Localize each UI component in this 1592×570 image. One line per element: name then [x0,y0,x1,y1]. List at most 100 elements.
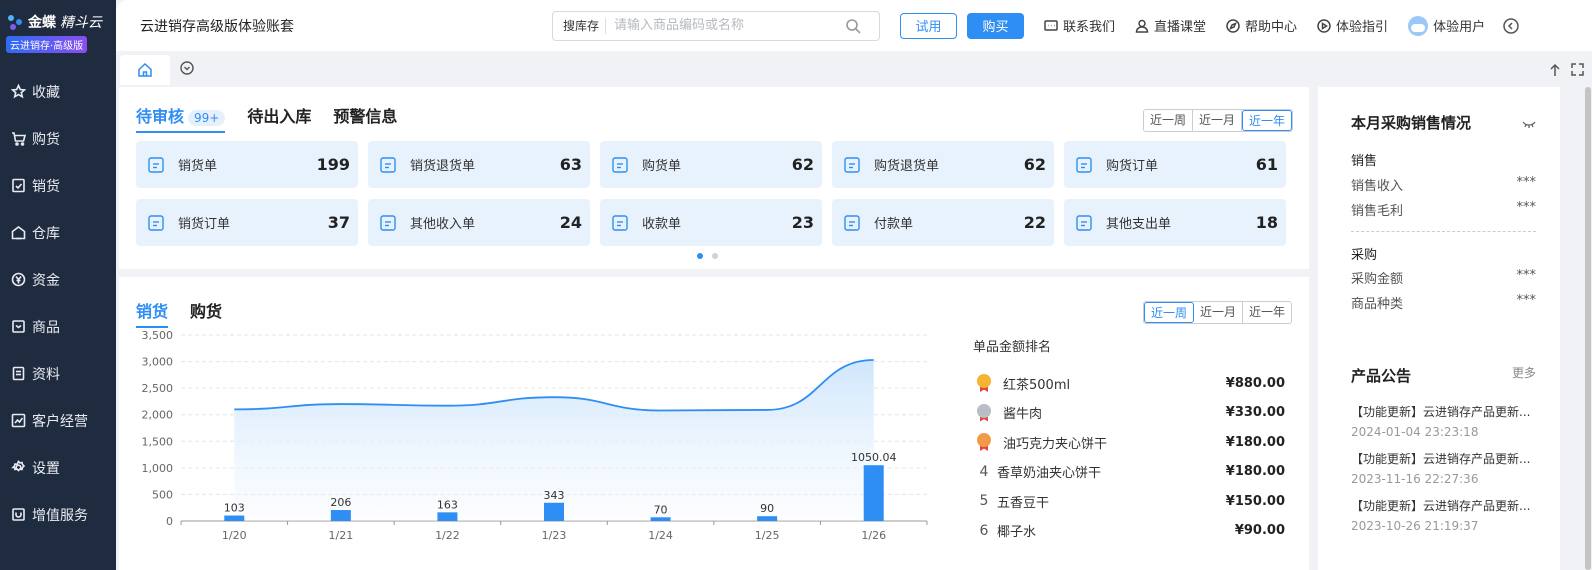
rank-product-name: 红茶500ml [1003,377,1071,393]
user-icon [1135,19,1149,33]
scrollbar[interactable] [1584,87,1592,570]
chevron-down-circle-icon[interactable] [180,61,194,75]
header-link-help[interactable]: 帮助中心 [1226,16,1297,35]
notice-item[interactable]: 【功能更新】云进销存产品更新... 2024-01-04 23:23:18 [1351,403,1541,439]
bronze-medal-icon [977,433,991,451]
scrollbar-thumb[interactable] [1585,87,1591,570]
brand-name: 金蝶 [28,15,56,31]
tab-home[interactable] [120,55,170,85]
rank-product-name: 油巧克力夹心饼干 [1003,436,1108,452]
sidebar-item-label: 销货 [32,178,60,195]
bar [544,502,564,521]
rank-product-name: 香草奶油夹心饼干 [997,466,1102,481]
tab-pending-review[interactable]: 待审核 99+ [136,103,226,133]
ranking-row: 6 椰子水 ¥90.00 [971,520,1285,542]
x-tick-label: 1/20 [222,529,247,542]
range-month[interactable]: 近一月 [1193,110,1243,131]
avatar [1408,15,1429,36]
search-input[interactable] [606,18,845,33]
document-icon [12,366,25,381]
trial-button[interactable]: 试用 [900,12,957,39]
sidebar-item-1[interactable]: 购货 [0,115,116,162]
sidebar-item-5[interactable]: 商品 [0,303,116,350]
header-link-label: 联系我们 [1063,20,1116,35]
compass-icon [1226,18,1240,33]
range-month[interactable]: 近一月 [1194,302,1244,323]
pending-card[interactable]: 购货订单 61 [1064,141,1286,188]
brand-logo: 金蝶 精斗云 云进销存·高级版 [0,0,116,68]
ranking-row: 5 五香豆干 ¥150.00 [971,490,1285,512]
sidebar-item-2[interactable]: 销货 [0,162,116,209]
pending-card[interactable]: 收款单 23 [600,199,822,246]
sidebar-item-0[interactable]: 收藏 [0,68,116,115]
ranking-row: 酱牛肉 ¥330.00 [971,402,1285,424]
notice-item[interactable]: 【功能更新】云进销存产品更新... 2023-10-26 21:19:37 [1351,497,1541,533]
card-label: 付款单 [874,217,914,232]
y-tick-label: 500 [152,488,173,501]
bar [863,465,884,521]
arrow-up-icon[interactable] [1548,63,1562,77]
pending-card[interactable]: 销货订单 37 [136,199,358,246]
header-link-label: 体验指引 [1336,20,1389,35]
card-label: 销货退货单 [410,159,476,174]
y-tick-label: 0 [166,515,173,528]
sidebar-item-8[interactable]: 设置 [0,444,116,491]
clipboard-icon [1076,156,1092,173]
bar [757,516,778,521]
pending-card[interactable]: 购货单 62 [600,141,822,188]
bar-data-label: 343 [544,489,565,502]
sidebar-item-4[interactable]: 资金 [0,256,116,303]
carousel-dot[interactable] [712,253,718,259]
y-tick-label: 2,000 [142,409,174,422]
pending-card[interactable]: 销货退货单 63 [368,141,590,188]
x-tick-label: 1/21 [329,529,354,542]
return-icon [380,156,396,173]
header-link-contact[interactable]: 联系我们 [1044,16,1115,35]
notices-more-link[interactable]: 更多 [1512,364,1536,381]
ranking-row: 油巧克力夹心饼干 ¥180.00 [971,431,1285,453]
header-link-guide[interactable]: 体验指引 [1317,16,1388,35]
pending-card[interactable]: 其他收入单 24 [368,199,590,246]
pending-card[interactable]: 其他支出单 18 [1064,199,1286,246]
buy-button[interactable]: 购买 [967,12,1024,39]
sidebar-item-9[interactable]: 增值服务 [0,491,116,538]
pending-card[interactable]: 销货单 199 [136,141,358,188]
back-icon[interactable] [1503,17,1519,34]
notice-item[interactable]: 【功能更新】云进销存产品更新... 2023-11-16 22:27:36 [1351,450,1541,486]
pending-card[interactable]: 购货退货单 62 [832,141,1054,188]
rank-amount: ¥180.00 [1225,434,1285,450]
home-icon [138,62,152,77]
fullscreen-icon[interactable] [1571,63,1584,76]
pending-card[interactable]: 付款单 22 [832,199,1054,246]
search-type-select[interactable]: 搜库存 [553,17,607,34]
tab-pending-stock[interactable]: 待出入库 [247,103,311,133]
range-week[interactable]: 近一周 [1144,302,1195,323]
account-title: 云进销存高级版体验账套 [140,18,294,35]
carousel-dot[interactable] [697,253,703,259]
card-count: 22 [1023,213,1046,232]
eye-closed-icon[interactable] [1522,119,1536,129]
purchase-section-label: 采购 [1351,248,1378,263]
sidebar-item-6[interactable]: 资料 [0,350,116,397]
sidebar-item-label: 仓库 [32,225,60,242]
sidebar-item-label: 资金 [32,272,60,289]
header-link-label: 直播课堂 [1154,20,1207,35]
sidebar-item-7[interactable]: 客户经营 [0,397,116,444]
card-label: 销货单 [178,159,218,174]
sidebar-item-3[interactable]: 仓库 [0,209,116,256]
header-link-live[interactable]: 直播课堂 [1135,16,1206,35]
bar [437,512,458,521]
summary-row: 销售收入 *** [1351,175,1536,194]
sidebar-item-label: 增值服务 [32,507,88,524]
range-year[interactable]: 近一年 [1243,302,1291,323]
summary-row: 采购金额 *** [1351,268,1536,287]
user-menu[interactable]: 体验用户 [1408,15,1485,36]
tab-warnings[interactable]: 预警信息 [333,103,397,133]
top-header: 云进销存高级版体验账套 搜库存 试用 购买 联系我们 直播课堂 帮助中心 体验指… [116,0,1592,51]
range-year[interactable]: 近一年 [1242,110,1293,131]
rank-number: 5 [979,493,989,509]
x-tick-label: 1/25 [755,529,780,542]
range-week[interactable]: 近一周 [1144,110,1194,131]
search-icon[interactable] [845,18,861,34]
card-label: 购货退货单 [874,159,940,174]
